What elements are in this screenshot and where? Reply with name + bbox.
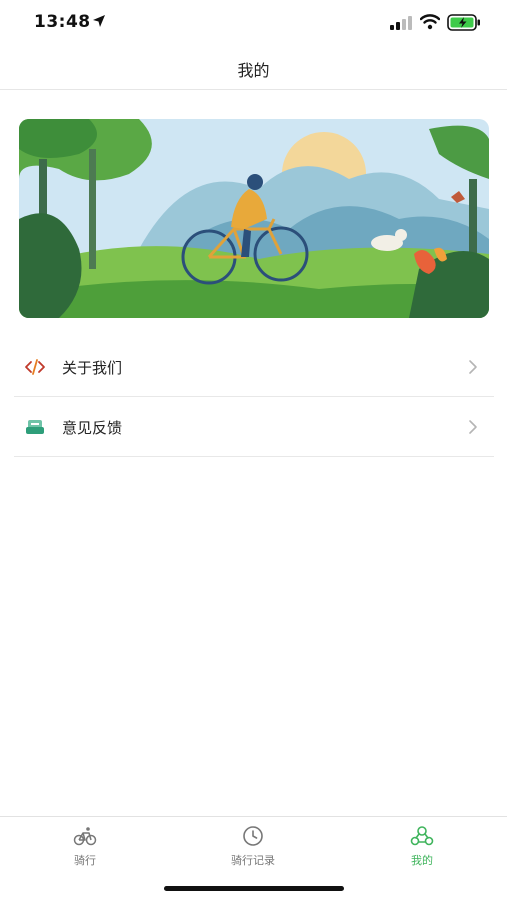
cyclist-banner-illustration: [19, 119, 489, 318]
navigation-bar: 我的: [0, 44, 507, 90]
settings-menu: 关于我们 意见反馈: [14, 337, 494, 457]
home-indicator: [164, 886, 344, 891]
chevron-right-icon: [469, 420, 477, 434]
status-time: 13:48: [34, 12, 91, 32]
profile-icon: [410, 826, 434, 846]
feedback-icon: [26, 420, 44, 434]
tab-label: 骑行: [74, 854, 96, 867]
tab-ride-records[interactable]: 骑行记录: [193, 825, 313, 873]
menu-item-about-us[interactable]: 关于我们: [14, 337, 494, 397]
page-title: 我的: [237, 61, 270, 80]
clock-icon: [243, 826, 263, 846]
battery-charging-icon: [447, 14, 480, 31]
wifi-icon: [420, 14, 440, 30]
tab-label: 骑行记录: [231, 854, 275, 867]
tab-label: 我的: [411, 854, 433, 867]
status-bar: 13:48: [0, 0, 507, 44]
tab-profile[interactable]: 我的: [362, 825, 482, 873]
bicycle-icon: [73, 827, 97, 846]
menu-item-label: 意见反馈: [62, 419, 123, 437]
location-arrow-icon: [93, 15, 105, 27]
menu-item-feedback[interactable]: 意见反馈: [14, 397, 494, 457]
code-icon: [25, 359, 45, 375]
chevron-right-icon: [469, 360, 477, 374]
menu-item-label: 关于我们: [62, 359, 123, 377]
cellular-signal-icon: [390, 16, 412, 30]
tab-ride[interactable]: 骑行: [25, 825, 145, 873]
